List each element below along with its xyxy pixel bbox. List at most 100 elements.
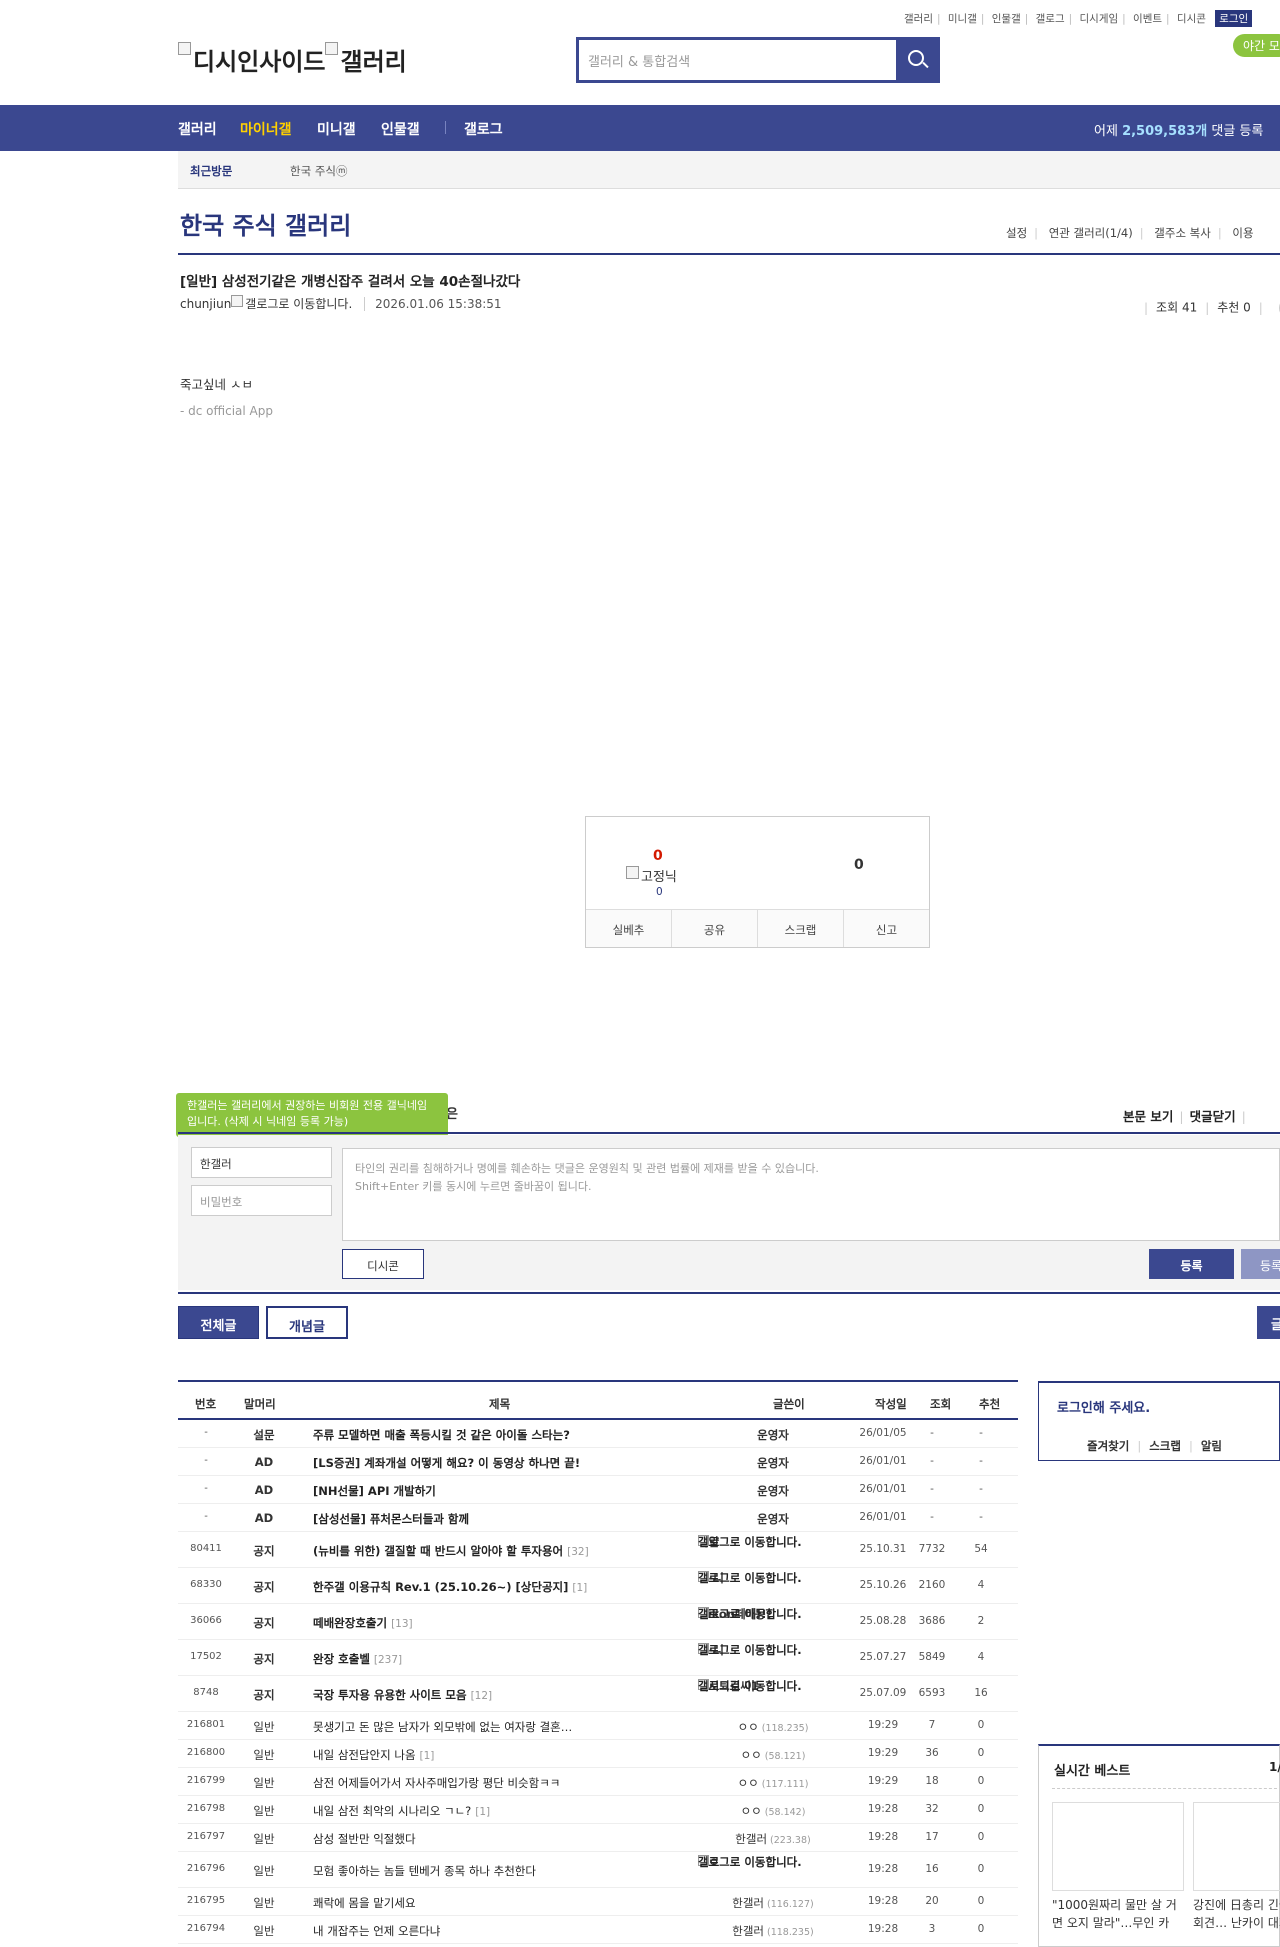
post-writer[interactable]: 한갤러 (118.235) [698,1923,848,1939]
report-button[interactable]: 신고 [844,910,929,947]
best-item-title[interactable]: 강진에 日총리 긴급 회견… 난카이 대지 [1193,1896,1280,1932]
scrap-button[interactable]: 스크랩 [758,910,844,947]
reply-count[interactable]: [12] [471,1690,493,1702]
gallog-icon[interactable] [231,295,244,307]
tab-all-posts[interactable]: 전체글 [178,1306,259,1339]
reply-count[interactable]: [1] [475,1806,490,1818]
top-link-gallog[interactable]: 갤로그 [1036,13,1065,25]
nav-item-minor[interactable]: 마이너갤 [240,119,292,139]
top-link-event[interactable]: 이벤트 [1133,13,1162,25]
post-title-link[interactable]: [삼성선물] 퓨처몬스터들과 함께 [313,1511,469,1527]
table-row[interactable]: 36066 공지 떼배완장호출기 [13] Nikon떼배!!! 갤로그로 이동합니다. 2… [178,1604,1018,1640]
upvote-count[interactable]: 0 [653,848,663,864]
post-title-link[interactable]: 모험 좋아하는 놈들 텐베거 종목 하나 추천한다 [313,1863,536,1879]
copy-address-link[interactable]: 갤주소 복사 [1154,226,1211,240]
nickname-field[interactable]: 한갤러 [191,1147,332,1178]
search-input[interactable]: 갤러리 & 통합검색 [579,40,896,80]
best-thumbnail[interactable] [1193,1802,1280,1891]
settings-link[interactable]: 설정 [1006,226,1027,240]
best-item-title[interactable]: "1000원짜리 물만 살 거면 오지 말라"…무인 카 [1052,1896,1184,1932]
post-writer[interactable]: ㅇㅇ (58.142) [698,1803,848,1819]
reply-count[interactable]: [237] [374,1654,402,1666]
night-mode-toggle[interactable]: 야간 모 [1233,34,1280,57]
table-row[interactable]: 216798 일반 내일 삼전 최악의 시나리오 ㄱㄴ? [1] ㅇㅇ (58.142) 1… [178,1796,1018,1824]
table-row[interactable]: 216797 일반 삼성 절반만 익절했다 한갤러 (223.38) 19:28 17 0 [178,1824,1018,1852]
post-writer[interactable]: ㅇㅇ (58.121) [698,1747,848,1763]
post-writer[interactable]: 운영자 [698,1483,848,1499]
downvote-count[interactable]: 0 [854,857,864,873]
table-row[interactable]: 216800 일반 내일 삼전답안지 나옴 [1] ㅇㅇ (58.121) 19:29 36 0 [178,1740,1018,1768]
post-writer[interactable]: 한갤러 (223.38) [698,1831,848,1847]
submit-button[interactable]: 등록 [1149,1249,1234,1279]
post-title-link[interactable]: 주류 모델하면 매출 폭등시킬 것 같은 아이돌 스타는? [313,1427,570,1443]
search-icon[interactable] [896,40,937,80]
post-title-link[interactable]: 쾌락에 몸을 맡기세요 [313,1895,416,1911]
table-row[interactable]: - AD [삼성선물] 퓨처몬스터들과 함께 운영자 26/01/01 - - [178,1504,1018,1532]
usage-link[interactable]: 이용 [1232,226,1253,240]
nav-item-gallog[interactable]: 갤로그 [464,119,503,139]
post-title-link[interactable]: 완장 호출벨 [237] [313,1651,402,1667]
post-writer[interactable]: ㅇㅇ (118.235) [698,1719,848,1735]
write-button[interactable]: 글 [1257,1306,1280,1339]
top-link-game[interactable]: 디시게임 [1080,13,1119,25]
post-writer[interactable]: 한갤러 (116.127) [698,1895,848,1911]
post-writer[interactable]: 운영자 [698,1427,848,1443]
alarm-link[interactable]: 알림 [1201,1439,1222,1453]
post-title-link[interactable]: 떼배완장호출기 [13] [313,1615,413,1631]
top-link-dccon[interactable]: 디시콘 [1177,13,1206,25]
post-writer[interactable]: chunjiun [180,297,231,311]
post-title-link[interactable]: 삼전 어제들어가서 자사주매입가랑 평단 비슷함ㅋㅋ [313,1775,560,1791]
close-comments-link[interactable]: 댓글닫기 [1190,1109,1236,1124]
reply-count[interactable]: [1] [572,1582,587,1594]
post-title-link[interactable]: [LS증권] 계좌개설 어떻게 해요? 이 동영상 하나면 끝! [313,1455,580,1471]
best-thumbnail[interactable] [1052,1802,1184,1891]
reply-count[interactable]: [1] [420,1750,435,1762]
table-row[interactable]: 68330 공지 한주갤 이용규칙 Rev.1 (25.10.26~) [상단공지]… [178,1568,1018,1604]
post-title-link[interactable]: 내일 삼전답안지 나옴 [1] [313,1747,434,1763]
reply-count[interactable]: [32] [567,1546,589,1558]
dccon-button[interactable]: 디시콘 [342,1249,424,1279]
table-row[interactable]: 216796일반모험 좋아하는 놈들 텐베거 종목 하나 추천한다ㅇㅇ갤로그로 … [178,1852,1018,1888]
post-title-link[interactable]: 못생기고 돈 많은 남자가 외모밖에 없는 여자랑 결혼… [313,1719,572,1735]
comment-textarea[interactable]: 타인의 권리를 침해하거나 명예를 훼손하는 댓글은 운영원칙 및 관련 법률에… [342,1148,1280,1241]
table-row[interactable]: - AD [NH선물] API 개발하기 운영자 26/01/01 - - [178,1476,1018,1504]
gallog-alt[interactable]: 갤로그로 이동합니다. [245,297,352,311]
top-link-gallery[interactable]: 갤러리 [904,13,933,25]
table-row[interactable]: 216801 일반 못생기고 돈 많은 남자가 외모밖에 없는 여자랑 결혼… ㅇㅇ(… [178,1712,1018,1740]
post-writer[interactable]: ㅇㅇ (117.111) [698,1775,848,1791]
post-writer[interactable]: 운영자 [698,1455,848,1471]
site-logo[interactable]: 디시인사이드 갤러리 [178,42,407,77]
table-row[interactable]: 216794 일반 내 개잡주는 언제 오른다냐 한갤러 (118.235) 19:28 3… [178,1916,1018,1944]
recent-label[interactable]: 최근방문 [190,163,232,179]
share-button[interactable]: 공유 [672,910,758,947]
nav-item-gallery[interactable]: 갤러리 [178,119,217,139]
table-row[interactable]: - 설문 주류 모델하면 매출 폭등시킬 것 같은 아이돌 스타는? 운영자 26/01… [178,1420,1018,1448]
related-gallery-link[interactable]: 연관 갤러리(1/4) [1049,226,1133,240]
table-row[interactable]: 80411 공지 (뉴비를 위한) 갤질할 때 반드시 알아야 할 투자용어 [32]… [178,1532,1018,1568]
post-title-link[interactable]: 내 개잡주는 언제 오른다냐 [313,1923,440,1939]
nav-item-mini[interactable]: 미니갤 [317,119,356,139]
side-login-title[interactable]: 로그인해 주세요. [1057,1397,1150,1416]
nav-item-person[interactable]: 인물갤 [381,119,420,139]
recent-item[interactable]: 한국 주식ⓜ [290,163,347,179]
table-row[interactable]: 216795 일반 쾌락에 몸을 맡기세요 한갤러 (116.127) 19:28 20 0 [178,1888,1018,1916]
post-title-link[interactable]: 삼성 절반만 익절했다 [313,1831,416,1847]
table-row[interactable]: 17502 공지 완장 호출벨 [237] 고-니 갤로그로 이동합니다. 25.07.27… [178,1640,1018,1676]
post-title-link[interactable]: 국장 투자용 유용한 사이트 모음 [12] [313,1687,492,1703]
gallery-title[interactable]: 한국 주식 갤러리 [180,206,351,241]
password-field[interactable]: 비밀번호 [191,1185,332,1216]
post-title-link[interactable]: 한주갤 이용규칙 Rev.1 (25.10.26~) [상단공지] [1] [313,1579,587,1595]
top-link-person[interactable]: 인물갤 [992,13,1021,25]
view-post-link[interactable]: 본문 보기 [1123,1109,1173,1124]
top-link-minigall[interactable]: 미니갤 [948,13,977,25]
tab-concept-posts[interactable]: 개념글 [266,1306,348,1339]
scrap-link[interactable]: 스크랩 [1149,1439,1181,1453]
table-row[interactable]: - AD [LS증권] 계좌개설 어떻게 해요? 이 동영상 하나면 끝! 운영자 26… [178,1448,1018,1476]
post-title-link[interactable]: (뉴비를 위한) 갤질할 때 반드시 알아야 할 투자용어 [32] [313,1543,589,1559]
post-title-link[interactable]: [NH선물] API 개발하기 [313,1483,436,1499]
reply-count[interactable]: [13] [391,1618,413,1630]
post-title-link[interactable]: 내일 삼전 최악의 시나리오 ㄱㄴ? [1] [313,1803,490,1819]
table-row[interactable]: 216799 일반 삼전 어제들어가서 자사주매입가랑 평단 비슷함ㅋㅋ ㅇㅇ (117… [178,1768,1018,1796]
login-button[interactable]: 로그인 [1215,10,1253,27]
post-writer[interactable]: 운영자 [698,1511,848,1527]
